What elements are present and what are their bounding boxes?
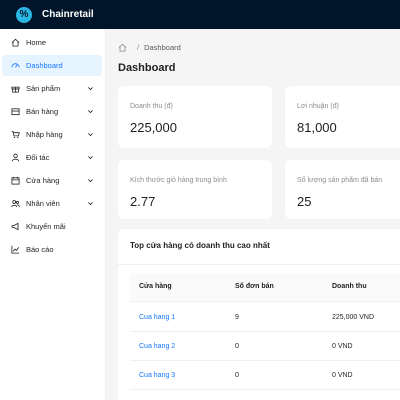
revenue-cell: 0 VND	[332, 343, 353, 350]
orders-cell: 0	[235, 372, 239, 379]
stat-label: Số lượng sản phẩm đã bán	[297, 177, 383, 184]
sidebar-item-label: Khuyến mãi	[26, 222, 66, 231]
chevron-down-icon	[88, 87, 93, 91]
sidebar-item-dashboard[interactable]: Dashboard	[2, 55, 102, 76]
sidebar-item-label: Dashboard	[26, 61, 63, 70]
sidebar-item-label: Cửa hàng	[26, 176, 60, 185]
app-title[interactable]: Chainretail	[42, 9, 94, 20]
sidebar-item-promotions[interactable]: Khuyến mãi	[0, 216, 102, 237]
store-link[interactable]: Cua hang 1	[139, 314, 175, 321]
sidebar-item-label: Nhân viên	[26, 199, 60, 208]
main-content: / Dashboard Dashboard Doanh thu (đ) 225,…	[106, 29, 400, 400]
sidebar-item-label: Đối tác	[26, 153, 50, 162]
stat-value: 81,000	[297, 120, 337, 135]
dashboard-icon	[11, 63, 20, 68]
top-bar: % Chainretail	[0, 0, 400, 29]
stat-label: Kích thước giỏ hàng trung bình	[130, 177, 227, 184]
breadcrumb: / Dashboard	[118, 43, 181, 52]
sidebar-item-stores[interactable]: Cửa hàng	[0, 170, 102, 191]
promotion-icon	[11, 222, 19, 231]
sidebar-item-reports[interactable]: Báo cáo	[0, 239, 102, 260]
chevron-down-icon	[88, 133, 93, 137]
table-row: Cua hang 2 0 0 VND	[130, 332, 400, 361]
stat-label: Doanh thu (đ)	[130, 103, 173, 110]
column-header-revenue: Doanh thu	[332, 283, 367, 290]
team-icon	[11, 200, 20, 208]
sales-icon	[11, 108, 20, 116]
orders-cell: 0	[235, 343, 239, 350]
gift-icon	[11, 86, 20, 93]
home-icon	[11, 38, 20, 47]
logo-glyph: %	[19, 9, 29, 20]
sidebar-item-label: Báo cáo	[26, 245, 54, 254]
sidebar-item-label: Nhập hàng	[26, 130, 63, 139]
sidebar-item-import[interactable]: Nhập hàng	[0, 124, 102, 145]
sidebar-item-sales[interactable]: Bán hàng	[0, 101, 102, 122]
page-title: Dashboard	[118, 62, 176, 74]
sidebar-item-partners[interactable]: Đối tác	[0, 147, 102, 168]
revenue-cell: 0 VND	[332, 372, 353, 379]
user-icon	[11, 153, 20, 162]
sidebar-item-home[interactable]: Home	[0, 32, 102, 53]
stat-card-products-sold: Số lượng sản phẩm đã bán 25	[285, 160, 400, 219]
divider	[118, 264, 400, 265]
breadcrumb-separator: /	[137, 43, 140, 52]
column-header-orders: Số đơn bán	[235, 283, 274, 290]
chevron-down-icon	[88, 110, 93, 114]
table-row: Cua hang 3 0 0 VND	[130, 361, 400, 390]
table-row: Cua hang 1 9 225,000 VND	[130, 303, 400, 332]
sidebar-item-staff[interactable]: Nhân viên	[0, 193, 102, 214]
sidebar-item-products[interactable]: Sản phẩm	[0, 78, 102, 99]
cart-icon	[11, 130, 20, 139]
stat-card-revenue: Doanh thu (đ) 225,000	[118, 86, 272, 148]
stat-label: Lợi nhuận (đ)	[297, 103, 339, 110]
column-header-store: Cửa hàng	[139, 283, 172, 290]
sidebar-item-label: Home	[26, 38, 47, 47]
sidebar: Home Dashboard Sản phẩm Bán hàng Nhập hà…	[0, 29, 106, 400]
chevron-down-icon	[88, 202, 93, 206]
stat-value: 225,000	[130, 120, 177, 135]
store-link[interactable]: Cua hang 2	[139, 343, 175, 350]
orders-cell: 9	[235, 314, 239, 321]
stat-card-profit: Lợi nhuận (đ) 81,000	[285, 86, 400, 148]
store-link[interactable]: Cua hang 3	[139, 372, 175, 379]
chevron-down-icon	[88, 156, 93, 160]
top-stores-title: Top cửa hàng có doanh thu cao nhất	[130, 241, 270, 250]
sidebar-item-label: Sản phẩm	[26, 84, 61, 93]
chevron-down-icon	[88, 179, 93, 183]
stat-value: 2.77	[130, 194, 156, 209]
calendar-icon	[11, 176, 20, 185]
sidebar-item-label: Bán hàng	[26, 107, 59, 116]
stat-value: 25	[297, 194, 312, 209]
revenue-cell: 225,000 VND	[332, 314, 375, 321]
stat-card-avg-cart-size: Kích thước giỏ hàng trung bình 2.77	[118, 160, 272, 219]
table-header: Cửa hàng Số đơn bán Doanh thu	[130, 273, 400, 302]
app-logo[interactable]: %	[16, 6, 32, 23]
home-icon[interactable]	[118, 43, 127, 52]
top-stores-card: Top cửa hàng có doanh thu cao nhất Cửa h…	[118, 229, 400, 400]
breadcrumb-current: Dashboard	[144, 43, 181, 52]
line-chart-icon	[11, 245, 20, 254]
